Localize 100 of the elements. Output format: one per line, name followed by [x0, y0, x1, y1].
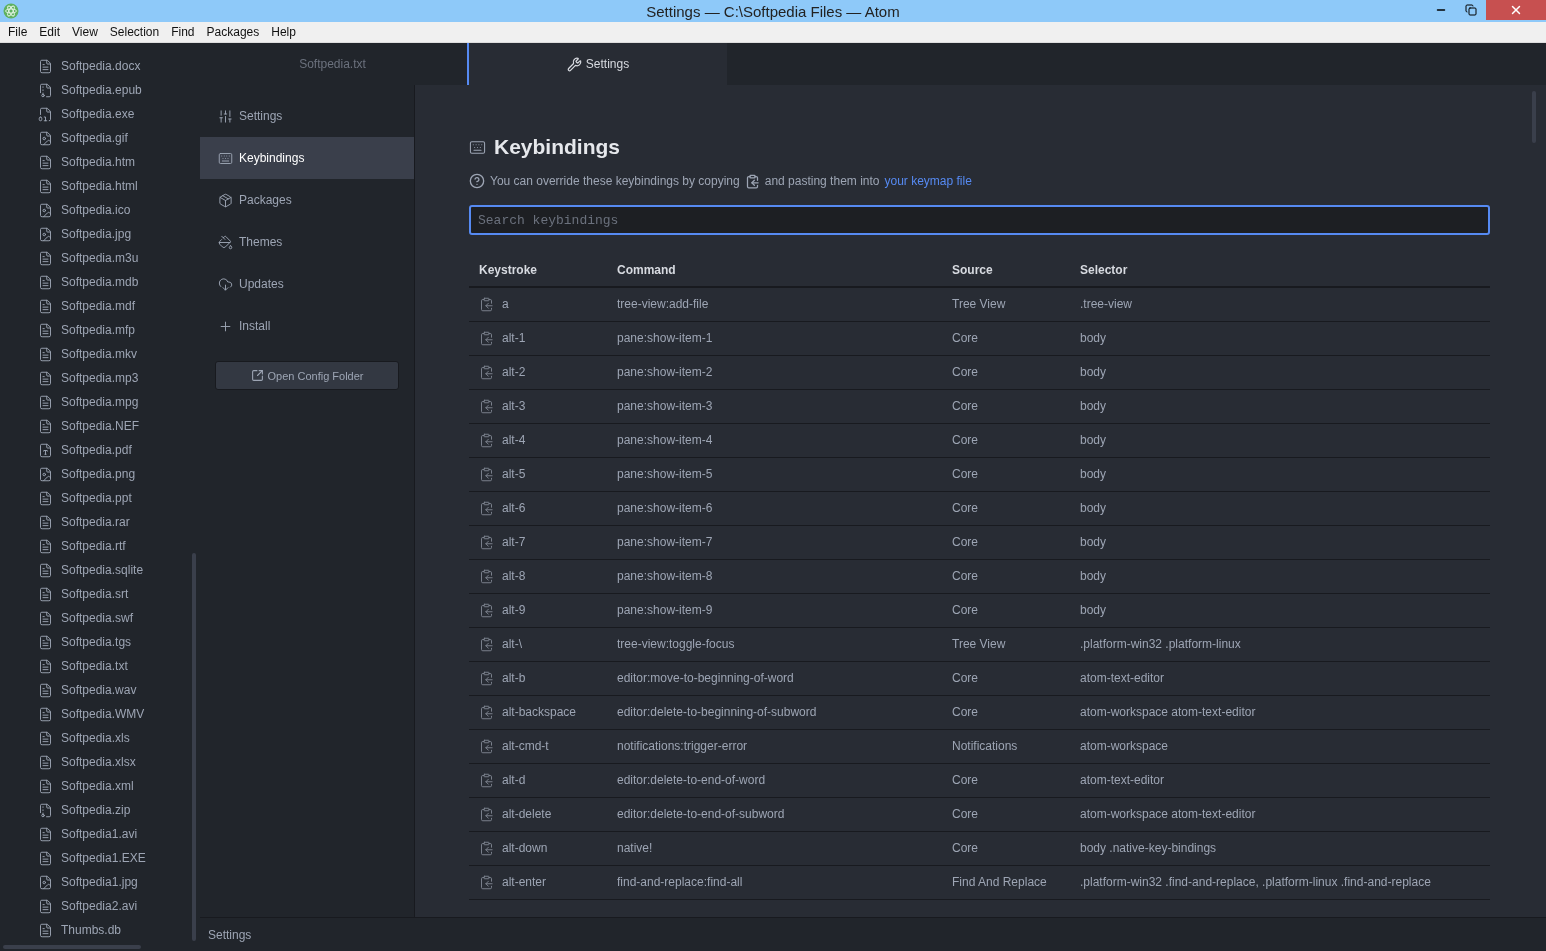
cloud-download-icon: [218, 276, 233, 292]
copy-icon[interactable]: [479, 330, 494, 346]
scrollbar[interactable]: [3, 945, 141, 949]
column-header[interactable]: Command: [607, 253, 942, 287]
menu-item[interactable]: Help: [265, 25, 302, 39]
copy-icon[interactable]: [479, 636, 494, 652]
file-name[interactable]: Softpedia.xml: [61, 779, 134, 793]
file-name[interactable]: Softpedia.html: [61, 179, 138, 193]
file-name[interactable]: Softpedia.txt: [61, 659, 128, 673]
file-name[interactable]: Softpedia.epub: [61, 83, 142, 97]
table-cell: alt-4: [502, 433, 526, 447]
table-cell: Core: [942, 355, 1070, 389]
settings-menu-item[interactable]: Install: [200, 305, 414, 347]
copy-icon[interactable]: [479, 364, 494, 380]
clipboard-icon: [744, 173, 760, 189]
file-name[interactable]: Softpedia.mkv: [61, 347, 138, 361]
table-cell: alt-6: [502, 501, 526, 515]
table-cell: alt-enter: [502, 875, 547, 889]
table-cell: Core: [942, 491, 1070, 525]
table-cell: tree-view:toggle-focus: [607, 627, 942, 661]
file-name[interactable]: Softpedia.rtf: [61, 539, 126, 553]
table-cell: .platform-win32 .find-and-replace, .platform-linux .find-and-replace: [1070, 865, 1490, 899]
atom-logo-icon: [3, 3, 19, 19]
table-cell: body: [1070, 321, 1490, 355]
file-name[interactable]: Softpedia.docx: [61, 59, 141, 73]
copy-icon[interactable]: [479, 840, 494, 856]
file-name[interactable]: Softpedia.xlsx: [61, 755, 136, 769]
file-name[interactable]: Softpedia.ppt: [61, 491, 132, 505]
file-name[interactable]: Softpedia.mfp: [61, 323, 136, 337]
file-name[interactable]: Softpedia.swf: [61, 611, 134, 625]
close-button[interactable]: [1486, 0, 1546, 20]
file-name[interactable]: Softpedia.mpg: [61, 395, 139, 409]
copy-icon[interactable]: [479, 704, 494, 720]
file-name[interactable]: Softpedia.mdb: [61, 275, 139, 289]
table-cell: tree-view:add-file: [607, 287, 942, 321]
search-field[interactable]: Search keybindings: [469, 205, 1490, 235]
tab[interactable]: Settings: [467, 43, 727, 85]
copy-icon[interactable]: [479, 432, 494, 448]
file-name[interactable]: Softpedia.pdf: [61, 443, 132, 457]
column-header[interactable]: Selector: [1070, 253, 1490, 287]
file-name[interactable]: Thumbs.db: [61, 923, 122, 937]
file-name[interactable]: Softpedia1.jpg: [61, 875, 138, 889]
copy-icon[interactable]: [479, 806, 494, 822]
file-name[interactable]: Softpedia.xls: [61, 731, 130, 745]
table-cell: body: [1070, 355, 1490, 389]
copy-icon[interactable]: [479, 738, 494, 754]
open-config-folder-button[interactable]: Open Config Folder: [215, 361, 399, 390]
copy-icon[interactable]: [479, 500, 494, 516]
table-cell: pane:show-item-7: [607, 525, 942, 559]
file-name[interactable]: Softpedia.wav: [61, 683, 137, 697]
file-name[interactable]: Softpedia.htm: [61, 155, 136, 169]
file-name[interactable]: Softpedia.tgs: [61, 635, 132, 649]
file-name[interactable]: Softpedia.rar: [61, 515, 130, 529]
menu-item[interactable]: Edit: [33, 25, 67, 39]
copy-icon[interactable]: [479, 670, 494, 686]
copy-icon[interactable]: [479, 534, 494, 550]
file-name[interactable]: Softpedia.mdf: [61, 299, 136, 313]
menu-item[interactable]: Find: [165, 25, 201, 39]
menu-item[interactable]: Selection: [103, 25, 166, 39]
column-header[interactable]: Source: [942, 253, 1070, 287]
table-cell: editor:delete-to-end-of-subword: [607, 797, 942, 831]
scrollbar[interactable]: [192, 553, 196, 941]
copy-icon[interactable]: [479, 874, 494, 890]
keymap-link[interactable]: your keymap file: [884, 174, 972, 188]
menu-item[interactable]: View: [66, 25, 104, 39]
table-cell: alt-backspace: [502, 705, 577, 719]
table-cell: alt-d: [502, 773, 526, 787]
table-cell: body .native-key-bindings: [1070, 831, 1490, 865]
copy-icon[interactable]: [479, 398, 494, 414]
file-name[interactable]: Softpedia.jpg: [61, 227, 132, 241]
file-name[interactable]: Softpedia.m3u: [61, 251, 139, 265]
copy-icon[interactable]: [479, 296, 494, 312]
file-name[interactable]: Softpedia.exe: [61, 107, 135, 121]
settings-menu-item[interactable]: Settings: [200, 95, 414, 137]
file-name[interactable]: Softpedia.WMV: [61, 707, 145, 721]
file-name[interactable]: Softpedia.ico: [61, 203, 131, 217]
file-name[interactable]: Softpedia.srt: [61, 587, 129, 601]
file-name[interactable]: Softpedia.zip: [61, 803, 131, 817]
file-name[interactable]: Softpedia.gif: [61, 131, 128, 145]
copy-icon[interactable]: [479, 602, 494, 618]
menu-item[interactable]: Packages: [200, 25, 266, 39]
settings-menu-item[interactable]: Keybindings: [200, 137, 414, 179]
table-cell: Core: [942, 695, 1070, 729]
menu-item[interactable]: File: [2, 25, 34, 39]
file-name[interactable]: Softpedia.NEF: [61, 419, 140, 433]
copy-icon[interactable]: [479, 568, 494, 584]
file-name[interactable]: Softpedia1.EXE: [61, 851, 146, 865]
restore-icon: [1465, 4, 1477, 16]
column-header[interactable]: Keystroke: [469, 253, 607, 287]
copy-icon[interactable]: [479, 772, 494, 788]
file-name[interactable]: Softpedia.mp3: [61, 371, 139, 385]
copy-icon[interactable]: [479, 466, 494, 482]
file-name[interactable]: Softpedia1.avi: [61, 827, 138, 841]
file-name[interactable]: Softpedia.sqlite: [61, 563, 144, 577]
file-name[interactable]: Softpedia2.avi: [61, 899, 138, 913]
table-cell: atom-text-editor: [1070, 661, 1490, 695]
settings-menu-item[interactable]: Updates: [200, 263, 414, 305]
settings-menu-item[interactable]: Themes: [200, 221, 414, 263]
settings-menu-item[interactable]: Packages: [200, 179, 414, 221]
file-name[interactable]: Softpedia.png: [61, 467, 136, 481]
